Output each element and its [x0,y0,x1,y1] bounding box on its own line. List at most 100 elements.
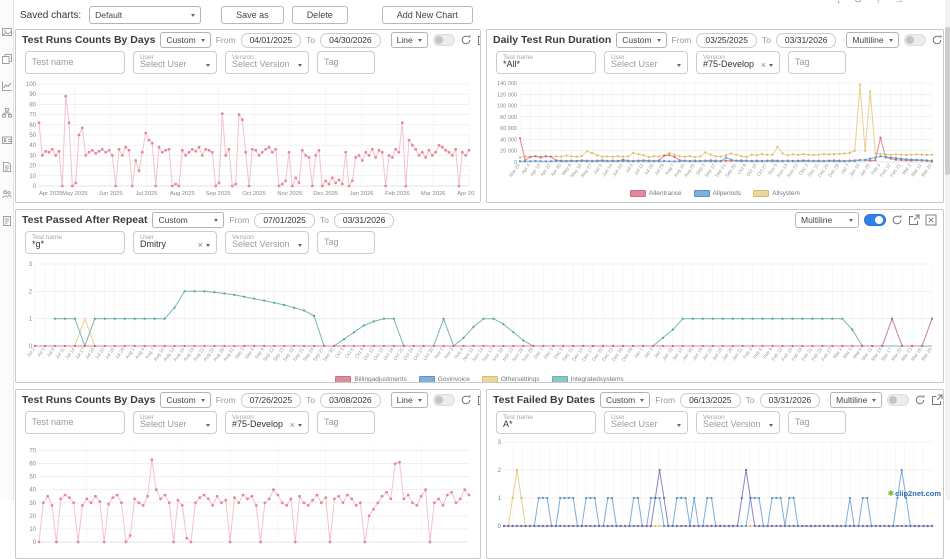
version-select[interactable]: VersionSelect Version [696,411,780,434]
panel-toggle[interactable] [887,394,909,406]
refresh-icon[interactable] [460,34,472,46]
clear-icon[interactable]: × [198,241,203,250]
version-select[interactable]: VersionSelect Version [225,51,309,74]
scrollbar-thumb[interactable] [945,27,950,175]
from-date-input[interactable]: 07/01/2025 [254,213,315,228]
version-select[interactable]: Version#75-Develop× [225,411,309,434]
copy-icon[interactable] [2,54,12,64]
tag-input[interactable]: Tag [788,411,846,434]
chart-type-select[interactable]: Line [391,32,428,48]
tag-input[interactable]: Tag [317,231,375,254]
panel-test-runs-counts-2: Test Runs Counts By Days Custom From 07/… [15,389,481,559]
refresh-icon[interactable] [460,394,472,406]
svg-text:Jan 25: Jan 25 [859,162,872,178]
svg-text:Jul 29: Jul 29 [114,346,126,360]
refresh-icon[interactable] [891,214,903,226]
open-in-new-icon[interactable] [908,214,920,226]
user-select[interactable]: UserSelect User [133,51,217,74]
to-label: To [306,35,315,45]
svg-text:May 27: May 27 [580,162,594,179]
from-date-input[interactable]: 03/25/2025 [696,33,757,48]
svg-text:100: 100 [26,82,37,88]
chevron-down-icon [298,244,302,247]
chart-icon[interactable] [2,81,12,91]
delete-button[interactable]: Delete [292,6,348,24]
test-name-input[interactable]: Test name*g* [25,231,125,254]
chevron-down-icon [677,64,681,67]
to-date-input[interactable]: 03/31/2026 [760,393,821,408]
user-select[interactable]: UserSelect User [133,411,217,434]
open-in-new-icon[interactable] [931,394,943,406]
clear-icon[interactable]: × [290,421,295,430]
tag-input[interactable]: Tag [788,51,846,74]
from-label: From [655,395,675,405]
svg-text:50: 50 [29,133,36,139]
range-select[interactable]: Custom [616,32,666,48]
user-select[interactable]: UserSelect User [604,411,688,434]
test-name-input[interactable]: Test name*All* [496,51,596,74]
save-as-button[interactable]: Save as [221,6,284,24]
svg-text:Jan 2026: Jan 2026 [350,191,374,197]
chevron-down-icon [889,39,893,42]
chart-type-select[interactable]: Line [391,392,428,408]
sitemap-icon[interactable] [2,108,12,118]
svg-text:Apr 2025: Apr 2025 [39,191,63,197]
to-date-input[interactable]: 03/31/2026 [334,213,395,228]
svg-text:140 000: 140 000 [497,81,517,87]
panel-toggle[interactable] [904,34,926,46]
panel-toggle[interactable] [864,214,886,226]
saved-charts-select[interactable]: Default [89,6,201,24]
clear-icon[interactable]: × [761,61,766,70]
document-icon[interactable] [2,216,12,226]
chart-type-select[interactable]: Multiline [830,392,882,408]
range-select[interactable]: Custom [600,392,650,408]
to-label: To [746,395,755,405]
image-icon[interactable] [2,27,12,37]
panel-toggle[interactable] [433,394,455,406]
saved-charts-label: Saved charts: [20,10,81,21]
files-icon[interactable] [2,162,12,172]
tag-input[interactable]: Tag [317,51,375,74]
open-in-new-icon[interactable] [477,34,481,46]
svg-text:Mar 20: Mar 20 [920,162,934,178]
test-name-input[interactable]: Test name [25,411,125,434]
test-name-input[interactable]: Test name [25,51,125,74]
range-select[interactable]: Custom [160,392,210,408]
panel-toggle[interactable] [433,34,455,46]
watermark: ✱ clip2net.com [887,489,941,498]
add-new-chart-button[interactable]: Add New Chart [382,6,473,24]
version-select[interactable]: Version#75-Develop× [696,51,780,74]
to-date-input[interactable]: 03/31/2026 [776,33,837,48]
svg-text:Apr 2026: Apr 2026 [457,191,475,197]
range-select[interactable]: Custom [160,32,210,48]
user-select[interactable]: UserSelect User [604,51,688,74]
svg-text:Feb 2026: Feb 2026 [385,191,410,197]
refresh-icon[interactable] [931,34,943,46]
chevron-down-icon [677,424,681,427]
svg-text:30: 30 [29,501,36,507]
to-date-input[interactable]: 04/30/2026 [320,33,381,48]
from-date-input[interactable]: 04/01/2025 [241,33,302,48]
vertical-scrollbar[interactable] [945,0,950,500]
from-date-input[interactable]: 07/26/2025 [241,393,302,408]
chevron-down-icon [418,399,422,402]
from-date-input[interactable]: 06/13/2025 [680,393,741,408]
tag-input[interactable]: Tag [317,411,375,434]
range-select[interactable]: Custom [152,212,224,228]
chart-type-select[interactable]: Multiline [846,32,898,48]
svg-text:60: 60 [29,123,36,129]
test-name-input[interactable]: Test nameA* [496,411,596,434]
svg-text:1: 1 [498,496,502,502]
chart-type-select[interactable]: Multiline [795,212,859,228]
to-date-input[interactable]: 03/08/2026 [320,393,381,408]
svg-text:Oct 3: Oct 3 [334,346,346,359]
chart-legend: BillingadjustmentsGovinvoiceOthersetting… [19,374,940,383]
users-icon[interactable] [2,189,12,199]
version-select[interactable]: VersionSelect Version [225,231,309,254]
user-select[interactable]: UserDmitry× [133,231,217,254]
svg-text:Oct 6: Oct 6 [344,346,356,359]
id-card-icon[interactable] [2,135,12,145]
refresh-icon[interactable] [914,394,926,406]
close-icon[interactable] [925,214,937,226]
open-in-new-icon[interactable] [477,394,481,406]
